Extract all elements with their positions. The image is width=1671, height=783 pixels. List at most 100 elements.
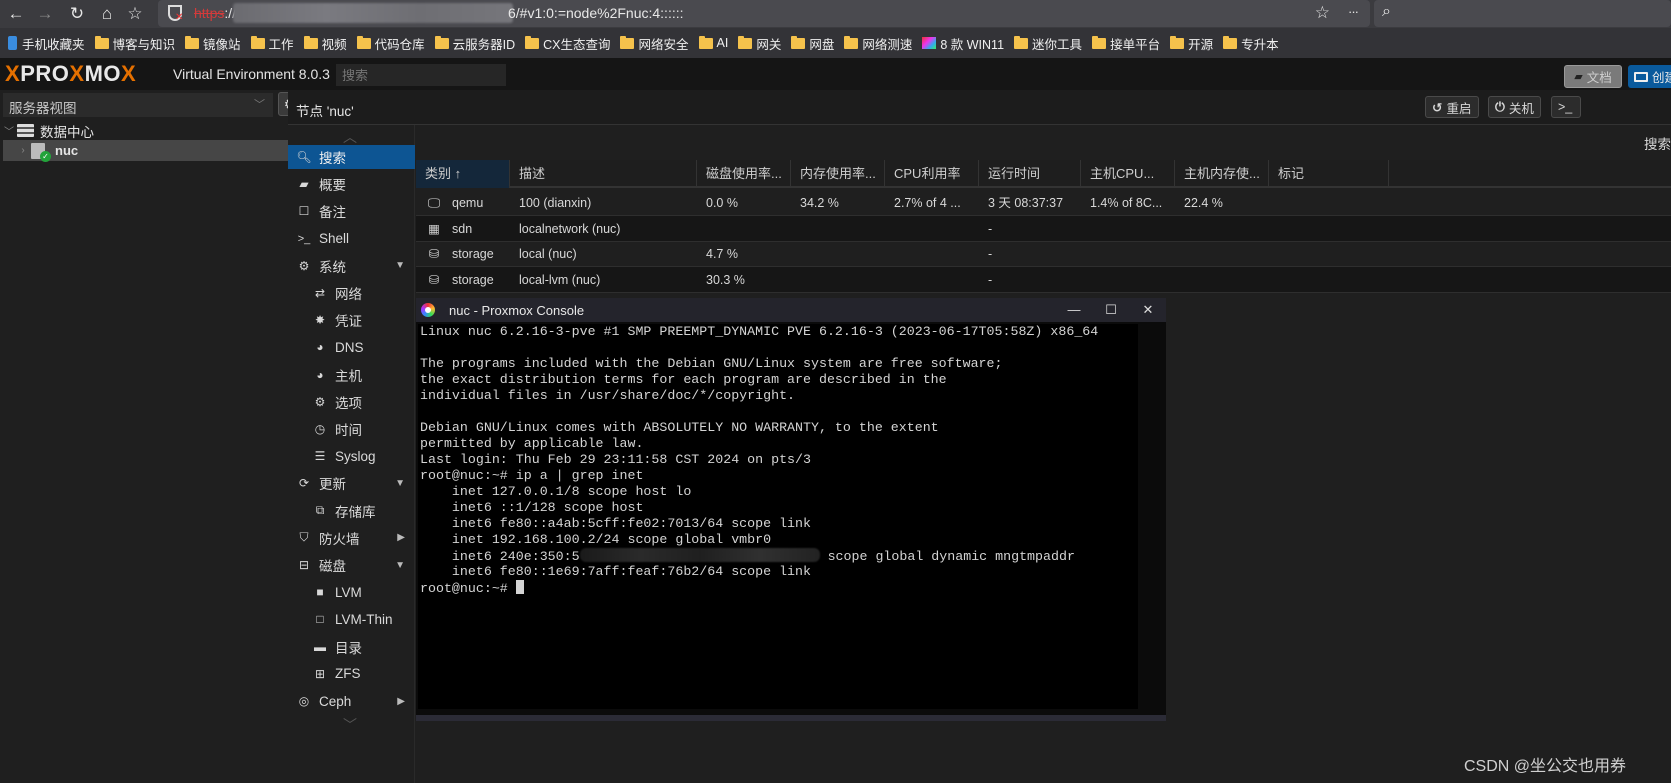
more-icon[interactable]: ··· [1348,4,1359,19]
table-row[interactable]: ⛁ storage local (nuc) 4.7 % - [416,241,1671,267]
bookmark-item[interactable]: 专升本 [1223,34,1279,53]
bookmark-item[interactable]: 代码仓库 [356,34,425,53]
bookmark-star-icon[interactable]: ☆ [1315,3,1330,23]
favorites-icon[interactable]: ☆ [123,2,147,26]
console-window[interactable]: nuc - Proxmox Console — ☐ ✕ Linux nuc 6.… [416,298,1166,721]
expand-icon[interactable]: › [17,145,29,156]
expanded-arrow-icon[interactable]: ▼ [395,478,405,489]
bookmark-label: 网络安全 [638,37,689,52]
reboot-button[interactable]: ↺ 重启 [1425,96,1479,118]
reload-icon[interactable]: ↻ [65,2,89,26]
menu-item-n2[interactable]: ☐ 备注 [288,199,415,223]
menu-item-lvm-thin[interactable]: □ LVM-Thin [288,607,415,631]
bookmark-item[interactable]: 镜像站 [185,34,241,53]
database-icon: ⛁ [428,272,440,287]
terminal-icon: >_ [1558,100,1573,114]
shell-button[interactable]: >_ [1551,96,1581,118]
column-header[interactable]: 主机内存使... [1175,160,1269,188]
browser-search-box[interactable]: ⌕ [1374,0,1671,27]
bookmark-item[interactable]: 网络测速 [844,34,912,53]
scroll-down-icon[interactable]: ﹀ [343,715,357,735]
bookmark-item[interactable]: 8 款 WIN11 [922,34,1004,53]
global-search-input[interactable] [336,64,506,86]
bookmark-item[interactable]: 网络安全 [620,34,689,53]
view-selector[interactable]: 服务器视图 ﹀ [3,93,273,117]
bookmark-item[interactable]: 网关 [738,34,781,53]
back-icon[interactable]: ← [4,2,28,26]
logo-mo: MO [84,61,122,86]
menu-item-n10[interactable]: ◷ 时间 [288,417,415,441]
cell-disk [697,216,791,242]
bookmark-item[interactable]: 开源 [1170,34,1213,53]
bookmark-item[interactable]: 云服务器ID [434,34,515,53]
proxmox-logo[interactable]: X PRO X MO X [5,61,136,87]
menu-item-syslog[interactable]: ☰ Syslog [288,444,415,468]
collapse-icon[interactable]: ﹀ [3,123,15,138]
bookmark-item[interactable]: 接单平台 [1092,34,1160,53]
bookmark-item[interactable]: 迷你工具 [1014,34,1082,53]
maximize-icon[interactable]: ☐ [1093,300,1129,320]
menu-item-n14[interactable]: ⛉ 防火墙 ▶ [288,526,415,550]
bookmark-item[interactable]: 视频 [303,34,347,53]
menu-item-n4[interactable]: ⚙ 系统 ▼ [288,254,415,278]
menu-item-n9[interactable]: ⚙ 选项 [288,390,415,414]
minimize-icon[interactable]: — [1056,300,1092,320]
bookmark-item[interactable]: 手机收藏夹 [8,34,85,53]
table-row[interactable]: 🖵 qemu 100 (dianxin) 0.0 % 34.2 % 2.7% of 4 .… [416,190,1671,216]
home-icon[interactable]: ⌂ [95,2,119,26]
menu-item-lvm[interactable]: ■ LVM [288,580,415,604]
insecure-shield-icon[interactable]: ✕ [168,5,183,23]
bookmark-item[interactable]: 工作 [250,34,294,53]
expanded-arrow-icon[interactable]: ▼ [395,560,405,571]
tree-item-datacenter[interactable]: ﹀ 数据中心 [3,120,302,141]
documentation-button[interactable]: ▰ 文档 [1564,65,1622,88]
collapsed-arrow-icon[interactable]: ▶ [397,696,405,707]
tree-item-label: nuc [55,143,79,158]
table-row[interactable]: ⛁ storage local-lvm (nuc) 30.3 % - [416,266,1671,293]
menu-item-n5[interactable]: ⇄ 网络 [288,281,415,305]
menu-item-zfs[interactable]: ⊞ ZFS [288,662,415,686]
menu-item-n13[interactable]: ⧉ 存储库 [288,499,415,523]
cell-hostmem [1175,241,1269,267]
bookmark-item[interactable]: 博客与知识 [94,34,175,53]
resource-tree-panel: 服务器视图 ﹀ ⚙ ﹀ 数据中心 › nuc [0,90,302,783]
scroll-up-icon[interactable]: ︿ [343,127,357,147]
menu-item-dns[interactable]: ◕ DNS [288,335,415,359]
chevron-down-icon: ﹀ [254,99,265,111]
column-header[interactable]: 主机CPU... [1081,160,1175,188]
menu-item-n12[interactable]: ⟳ 更新 ▼ [288,471,415,495]
menu-item-n18[interactable]: ▬ 目录 [288,635,415,659]
collapsed-arrow-icon[interactable]: ▶ [397,532,405,543]
bookmark-item[interactable]: 网盘 [791,34,834,53]
menu-item-n1[interactable]: ▰ 概要 [288,172,415,196]
forward-icon[interactable]: → [33,2,57,26]
bookmark-item[interactable]: CX生态查询 [525,34,610,53]
column-header[interactable]: 描述 [510,160,697,188]
column-header[interactable]: CPU利用率 [885,160,979,188]
console-titlebar[interactable]: nuc - Proxmox Console — ☐ ✕ [416,298,1166,322]
tree-item-node-nuc[interactable]: › nuc [3,140,302,162]
menu-item-n15[interactable]: ⊟ 磁盘 ▼ [288,553,415,577]
app-logo-icon [421,303,435,317]
close-icon[interactable]: ✕ [1130,300,1166,320]
column-header[interactable]: 类别 ↑ [416,160,510,188]
create-vm-button[interactable]: 创建 [1628,65,1671,88]
expanded-arrow-icon[interactable]: ▼ [395,260,405,271]
node-nav-menu: ︿ 🔍︎ 搜索 ▰ 概要 ☐ 备注 >_ Shell ⚙ 系统 ▼ ⇄ 网络 ✸ 凭证 ◕ DNS ◕ 主机 ⚙ 选项 ◷… [288,125,415,783]
table-row[interactable]: ▦ sdn localnetwork (nuc) - [416,215,1671,242]
column-header[interactable]: 运行时间 [979,160,1081,188]
column-header[interactable]: 标记 [1269,160,1389,188]
bookmark-item[interactable]: AI [698,35,728,50]
menu-item-n0[interactable]: 🔍︎ 搜索 [288,145,415,169]
column-header[interactable]: 磁盘使用率... [697,160,791,188]
menu-item-n6[interactable]: ✸ 凭证 [288,308,415,332]
menu-item-ceph[interactable]: ◎ Ceph ▶ [288,689,415,713]
address-bar[interactable]: ✕ https://[240e:3 6/#v1:0:=node%2Fnuc:4:… [158,0,1370,27]
pve-header: XPROXMOX Virtual Environment 8.0.3 ▰ 文档 … [0,58,1671,90]
terminal-screen[interactable]: Linux nuc 6.2.16-3-pve #1 SMP PREEMPT_DY… [418,324,1138,709]
column-header[interactable]: 内存使用率... [791,160,885,188]
terminal-text: inet6 240e:350:5 [420,549,580,564]
shutdown-button[interactable]: ⏻ 关机 [1488,96,1541,118]
menu-item-shell[interactable]: >_ Shell [288,227,415,251]
menu-item-n8[interactable]: ◕ 主机 [288,363,415,387]
